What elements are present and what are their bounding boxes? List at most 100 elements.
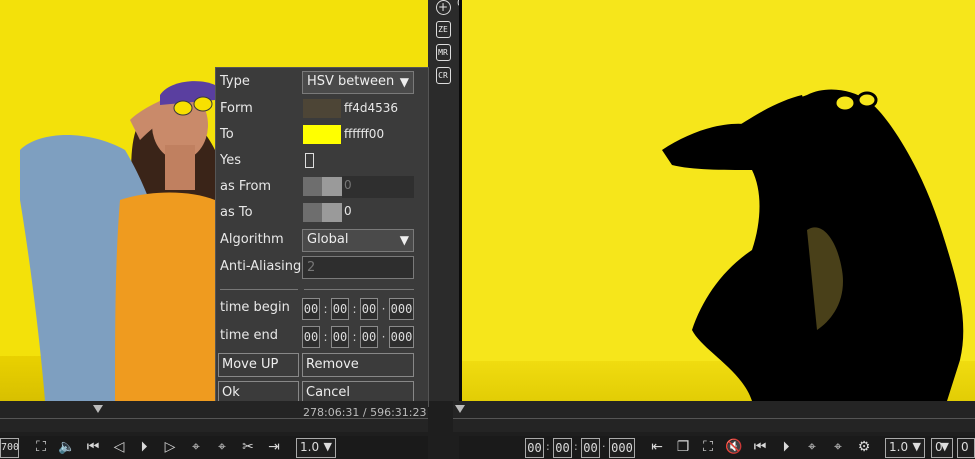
mr-tool-button[interactable]: MR [435,44,451,61]
form-color-swatch[interactable] [303,99,341,118]
anti-aliasing-label: Anti-Aliasing [220,259,302,274]
algorithm-select-value: Global [307,232,349,247]
time-end-row: time end 00 : 00 : 00 · 000 [216,325,430,349]
output-time-seconds[interactable]: 00 [581,438,600,458]
skip-back-icon[interactable]: ⏮ [84,438,102,456]
fit-screen-icon[interactable]: ⛶ [32,438,50,456]
side-toolbar: + ZE MR CR [434,0,452,84]
algorithm-row: Algorithm Global ▼ [216,229,430,253]
chevron-down-icon: ▼ [912,440,921,453]
export-icon[interactable]: ⇥ [265,438,283,456]
mute-icon[interactable]: 🔇 [725,438,743,456]
time-begin-fields: 00 : 00 : 00 · 000 [302,297,414,321]
as-from-track [342,176,414,198]
output-time-minutes[interactable]: 00 [553,438,572,458]
time-end-label: time end [220,328,278,343]
chevron-down-icon: ▼ [399,75,409,89]
algorithm-label: Algorithm [220,232,284,247]
output-speed-select[interactable]: 1.0 ▼ [885,438,925,458]
play-icon[interactable]: ⏵ [135,438,153,456]
algorithm-select[interactable]: Global ▼ [302,229,414,252]
type-select-value: HSV between [307,74,395,89]
add-icon[interactable]: + [435,0,451,15]
time-end-seconds[interactable]: 00 [360,326,378,348]
zoom-tool-button[interactable]: ZE [435,21,451,38]
play-icon[interactable]: ⏵ [777,438,795,456]
playhead-marker[interactable] [93,405,103,413]
settings-icon[interactable]: ⚙ [855,438,873,456]
form-label: Form [220,101,253,116]
time-begin-minutes[interactable]: 00 [331,298,349,320]
time-begin-label: time begin [220,300,290,315]
time-end-fields: 00 : 00 : 00 · 000 [302,325,414,349]
to-color-swatch[interactable] [303,125,341,144]
scissors-icon[interactable]: ✂ [239,438,257,456]
as-from-slider[interactable] [303,177,342,196]
source-player-controls: 700 ⛶ 🔈 ⏮ ◁ ⏵ ▷ ⌖ ⌖ ✂ ⇥ 1.0 ▼ [0,436,428,459]
output-player-controls: 00 : 00 : 00 · 000 ⇤ ❐ ⛶ 🔇 ⏮ ⏵ ⌖ ⌖ ⚙ 1.0… [459,436,975,459]
fit-screen-icon[interactable]: ⛶ [699,438,717,456]
color-key-filter-dialog: Type HSV between ▼ Form ff4d4536 To ffff… [215,67,429,407]
time-end-minutes[interactable]: 00 [331,326,349,348]
as-to-value: 0 [344,204,352,218]
as-to-slider[interactable] [303,203,342,222]
separator-right [304,289,414,290]
to-row: To ffffff00 [216,124,430,148]
extra-select[interactable]: 0 ▼ [931,438,953,458]
form-row: Form ff4d4536 [216,98,430,122]
anti-aliasing-input[interactable]: 2 [302,256,414,279]
as-to-label: as To [220,205,253,220]
frame-field[interactable]: 700 [0,438,19,458]
to-hex-value: ffffff00 [344,127,385,141]
marker-out-icon[interactable]: ⌖ [213,438,231,456]
import-icon[interactable]: ⇤ [648,438,666,456]
output-timeline[interactable] [453,401,975,432]
extra-select-2[interactable]: 0 [957,438,975,458]
timeline-track [453,418,975,419]
keyed-silhouette [662,89,964,401]
time-end-hours[interactable]: 00 [302,326,320,348]
timecode-readout: 278:06:31 / 596:31:23 [303,406,427,419]
anti-aliasing-row: Anti-Aliasing 2 [216,256,430,280]
as-to-row: as To 0 [216,202,430,226]
cr-tool-button[interactable]: CR [435,67,451,84]
time-begin-hours[interactable]: 00 [302,298,320,320]
as-from-label: as From [220,179,272,194]
time-end-ms[interactable]: 000 [389,326,414,348]
speed-value: 1.0 [300,440,320,454]
type-select[interactable]: HSV between ▼ [302,71,414,94]
type-row: Type HSV between ▼ [216,71,430,95]
output-time-hours[interactable]: 00 [525,438,544,458]
time-begin-seconds[interactable]: 00 [360,298,378,320]
time-begin-ms[interactable]: 000 [389,298,414,320]
chevron-down-icon: ▼ [399,233,409,247]
step-back-icon[interactable]: ◁ [110,438,128,456]
remove-button[interactable]: Remove [302,353,414,377]
skip-back-icon[interactable]: ⏮ [751,438,769,456]
marker-in-icon[interactable]: ⌖ [187,438,205,456]
chevron-down-icon: ▼ [323,440,332,453]
as-from-row: as From 0 [216,176,430,200]
as-from-value: 0 [344,178,352,192]
type-label: Type [220,74,250,89]
extra-select-2-value: 0 [961,440,969,454]
form-hex-value: ff4d4536 [344,101,399,115]
marker-in-icon[interactable]: ⌖ [803,438,821,456]
marker-out-icon[interactable]: ⌖ [829,438,847,456]
speed-select[interactable]: 1.0 ▼ [296,438,336,458]
separator-left [220,289,298,290]
step-forward-icon[interactable]: ▷ [161,438,179,456]
yes-label: Yes [220,153,241,168]
chevron-down-icon: ▼ [940,440,949,453]
volume-icon[interactable]: 🔈 [58,438,76,456]
output-speed-value: 1.0 [889,440,909,454]
copy-icon[interactable]: ❐ [674,438,692,456]
output-time-ms[interactable]: 000 [609,438,635,458]
playhead-marker[interactable] [455,405,465,413]
to-label: To [220,127,234,142]
yes-row: Yes [216,150,430,174]
output-video-preview[interactable] [459,0,975,401]
yes-checkbox[interactable] [305,153,314,168]
time-begin-row: time begin 00 : 00 : 00 · 000 [216,297,430,321]
move-up-button[interactable]: Move UP [218,353,299,377]
